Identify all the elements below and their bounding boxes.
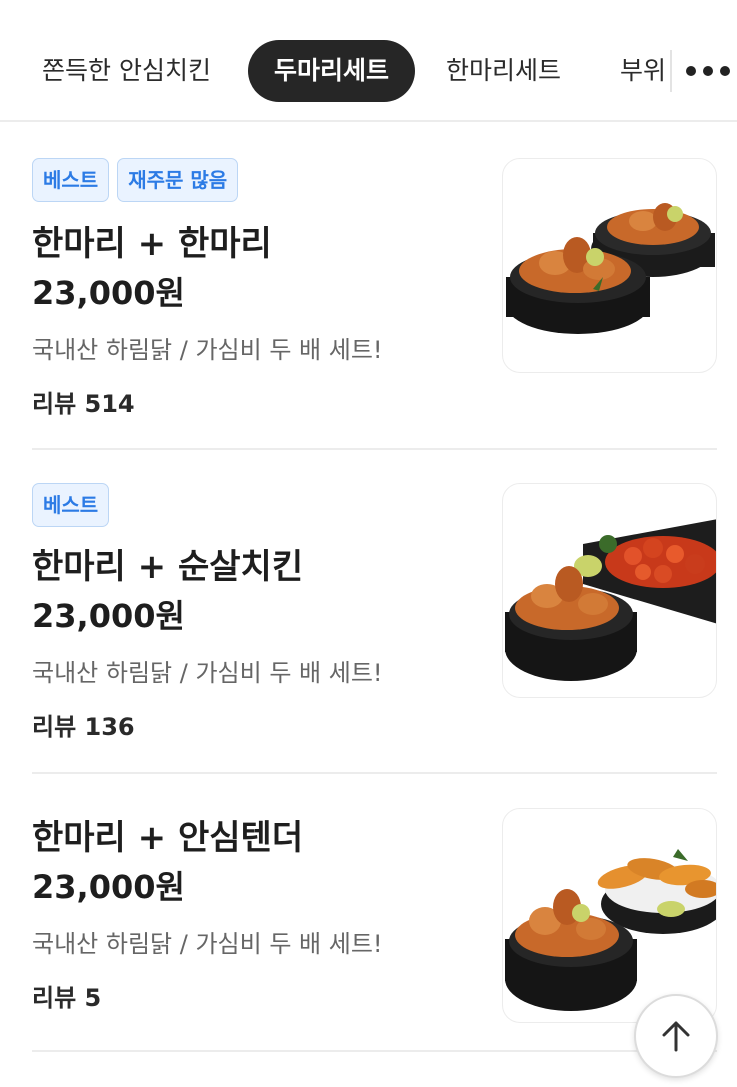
menu-item-description: 국내산 하림닭 / 가심비 두 배 세트! — [32, 930, 383, 958]
menu-item-name: 한마리 + 안심텐더 — [32, 818, 304, 858]
menu-item[interactable]: 베스트 한마리 + 순살치킨 23,000원 국내산 하림닭 / 가심비 두 배… — [32, 483, 717, 774]
menu-item-image[interactable] — [502, 483, 717, 698]
menu-item[interactable]: 베스트 재주문 많음 한마리 + 한마리 23,000원 국내산 하림닭 / 가… — [32, 158, 717, 450]
badge-reorder: 재주문 많음 — [117, 158, 239, 202]
menu-item-description: 국내산 하림닭 / 가심비 두 배 세트! — [32, 336, 383, 364]
menu-item-price: 23,000원 — [32, 274, 185, 312]
menu-item-image[interactable] — [502, 158, 717, 373]
tab-tender-chicken[interactable]: 쫀득한 안심치킨 — [42, 40, 211, 102]
badge-group: 베스트 재주문 많음 — [32, 158, 239, 202]
menu-item[interactable]: 한마리 + 안심텐더 23,000원 국내산 하림닭 / 가심비 두 배 세트!… — [32, 808, 717, 1052]
badge-group: 베스트 — [32, 483, 110, 527]
tab-two-chicken-set[interactable]: 두마리세트 — [248, 40, 416, 102]
menu-item-price: 23,000원 — [32, 868, 185, 906]
menu-item-image[interactable] — [502, 808, 717, 1023]
menu-item-review-count: 리뷰 514 — [32, 390, 135, 418]
category-tab-bar: 쫀득한 안심치킨 두마리세트 한마리세트 부위 — [0, 0, 737, 122]
more-dots-icon[interactable] — [686, 64, 730, 78]
menu-item-name: 한마리 + 한마리 — [32, 224, 272, 264]
menu-item-review-count: 리뷰 136 — [32, 713, 135, 741]
arrow-up-icon — [662, 1021, 690, 1052]
tab-one-chicken-set[interactable]: 한마리세트 — [446, 40, 561, 102]
menu-item-review-count: 리뷰 5 — [32, 984, 102, 1012]
menu-item-name: 한마리 + 순살치킨 — [32, 547, 304, 587]
menu-item-price: 23,000원 — [32, 597, 185, 635]
badge-best: 베스트 — [32, 158, 110, 202]
menu-item-description: 국내산 하림닭 / 가심비 두 배 세트! — [32, 659, 383, 687]
tab-divider — [670, 50, 672, 92]
badge-best: 베스트 — [32, 483, 110, 527]
scroll-to-top-button[interactable] — [634, 994, 718, 1078]
tab-parts[interactable]: 부위 — [620, 40, 666, 102]
